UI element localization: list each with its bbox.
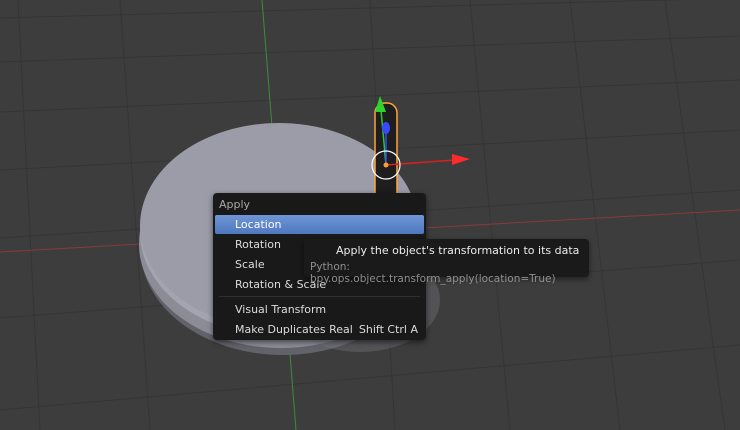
menu-item-label: Location [235,218,282,231]
x-arrow-icon [452,154,470,165]
menu-item-label: Scale [235,258,265,271]
z-arrow-icon [382,122,390,134]
operator-tooltip: Apply the object's transformation to its… [304,239,589,285]
menu-item-label: Visual Transform [235,303,327,316]
menu-item-shortcut: Shift Ctrl A [358,323,418,336]
tooltip-python-path: Python: bpy.ops.object.transform_apply(l… [310,261,556,285]
origin-dot-icon [383,162,389,168]
menu-item-location[interactable]: Location [215,215,424,234]
tooltip-description: Apply the object's transformation to its… [336,244,580,257]
menu-item-visual-transform[interactable]: Visual Transform [215,300,424,319]
menu-item-label: Make Duplicates Real [235,323,353,336]
menu-separator [219,296,420,297]
menu-item-make-duplicates-real[interactable]: Make Duplicates Real Shift Ctrl A [215,320,424,339]
menu-item-label: Rotation [235,238,282,251]
menu-title: Apply [219,198,251,211]
